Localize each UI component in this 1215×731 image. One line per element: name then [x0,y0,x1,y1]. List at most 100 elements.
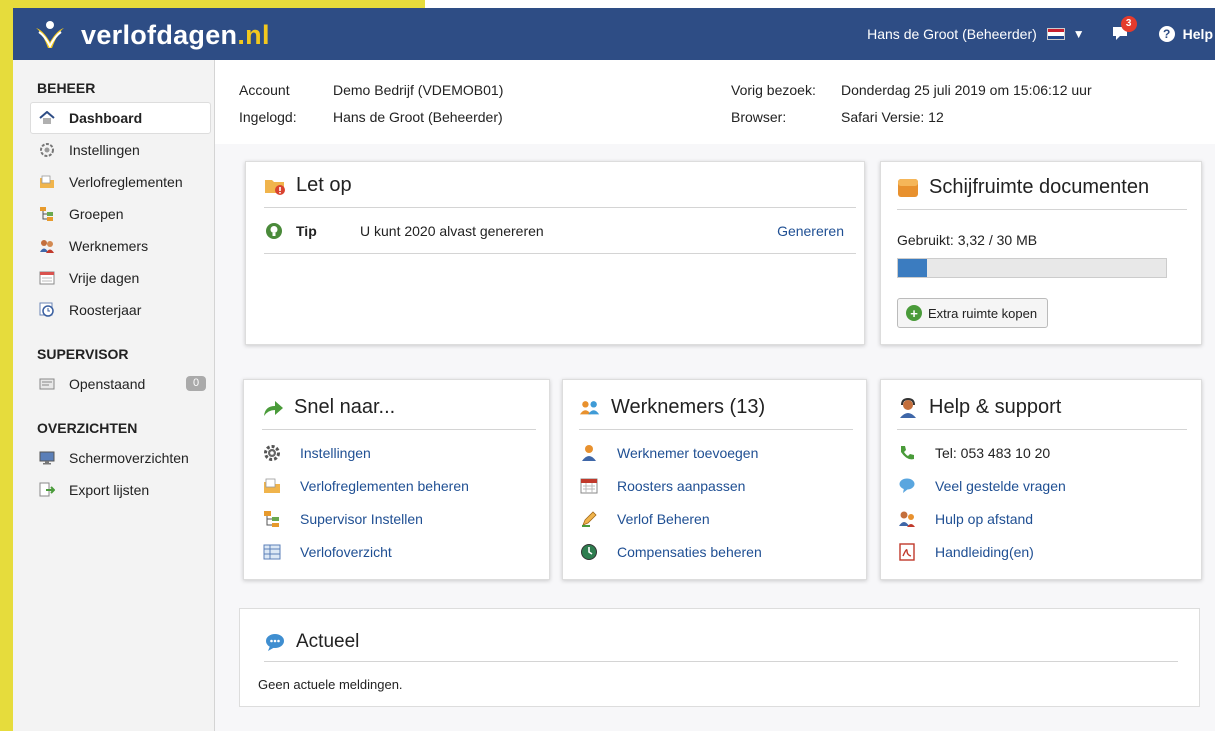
werknemer-link-roosters[interactable]: Roosters aanpassen [579,469,853,502]
browser-value: Safari Versie: 12 [841,109,944,125]
storage-title-text: Schijfruimte documenten [929,176,1150,198]
tip-text: U kunt 2020 alvast genereren [360,222,544,239]
pencil-icon [579,509,599,529]
help-button[interactable]: ? Help [1158,26,1213,42]
current-user[interactable]: Hans de Groot (Beheerder) [867,26,1037,42]
calendar-icon [39,270,55,286]
snel-link-verlofoverzicht[interactable]: Verlofoverzicht [262,535,536,568]
openstaand-count-badge: 0 [186,376,206,391]
buy-storage-label: Extra ruimte kopen [928,305,1038,321]
brand-logo[interactable]: verlofdagen.nl [33,18,270,52]
loggedin-value: Hans de Groot (Beheerder) [333,109,503,125]
link-label: Handleiding(en) [935,543,1034,560]
groups-icon [39,206,55,222]
help-icon: ? [1158,26,1175,42]
people-group-icon [579,397,601,419]
sidebar-item-vrije-dagen[interactable]: Vrije dagen [13,262,214,294]
actueel-message: Geen actuele meldingen. [258,677,403,692]
storage-used-text: Gebruikt: 3,32 / 30 MB [897,232,1038,248]
account-value: Demo Bedrijf (VDEMOB01) [333,82,504,98]
people-icon [39,238,55,254]
brand-name: verlofdagen.nl [81,19,270,50]
tip-row: Tip U kunt 2020 alvast genereren Generer… [264,208,856,254]
werknemers-card: Werknemers (13) Werknemer toevoegen Roos… [562,379,867,580]
export-icon [39,482,55,498]
dutch-flag-icon[interactable] [1046,28,1065,40]
language-dropdown-icon[interactable]: ▼ [1073,27,1085,41]
account-label: Account [239,82,290,98]
monitor-icon [39,450,55,466]
page-background-top [425,0,1215,8]
account-info-panel: Account Demo Bedrijf (VDEMOB01) Ingelogd… [215,60,1215,144]
snel-link-instellingen[interactable]: Instellingen [262,436,536,469]
home-icon [39,110,55,126]
link-label: Verlofoverzicht [300,543,392,560]
sidebar-section-supervisor: SUPERVISOR [37,346,129,362]
pdf-icon [897,542,917,562]
link-label: Compensaties beheren [617,543,762,560]
loggedin-label: Ingelogd: [239,109,297,125]
link-label: Instellingen [300,444,371,461]
browser-label: Browser: [731,109,787,125]
support-agent-icon [897,397,919,419]
let-op-card: Let op Tip U kunt 2020 alvast genereren … [245,161,865,345]
sidebar-item-label: Openstaand [69,376,146,392]
werknemer-link-toevoegen[interactable]: Werknemer toevoegen [579,436,853,469]
sidebar-item-verlofreglementen[interactable]: Verlofreglementen [13,166,214,198]
sidebar-item-schermoverzichten[interactable]: Schermoverzichten [13,442,214,474]
sidebar-item-label: Schermoverzichten [69,450,189,466]
support-link-faq[interactable]: Veel gestelde vragen [897,469,1187,502]
folder-icon [39,174,55,190]
werknemer-link-verlof[interactable]: Verlof Beheren [579,502,853,535]
sidebar-item-openstaand[interactable]: Openstaand 0 [13,368,214,400]
let-op-title: Let op [264,174,856,208]
clock-icon [39,302,55,318]
warning-folder-icon [264,175,286,197]
sidebar-section-overzichten: OVERZICHTEN [37,420,138,436]
sidebar-item-werknemers[interactable]: Werknemers [13,230,214,262]
notifications-icon[interactable]: 3 [1111,16,1137,44]
top-navigation-bar: verlofdagen.nl Hans de Groot (Beheerder)… [13,8,1215,60]
support-link-remote[interactable]: Hulp op afstand [897,502,1187,535]
link-label: Hulp op afstand [935,510,1034,527]
gear-icon [262,443,282,463]
help-support-title: Help & support [897,396,1187,430]
sidebar-item-dashboard[interactable]: Dashboard [30,102,211,134]
sidebar-item-label: Instellingen [69,142,140,158]
sidebar-item-roosterjaar[interactable]: Roosterjaar [13,294,214,326]
werknemers-title-text: Werknemers (13) [611,396,766,418]
snel-link-verlofreglementen[interactable]: Verlofreglementen beheren [262,469,536,502]
actueel-title: Actueel [264,631,1178,662]
werknemers-title: Werknemers (13) [579,396,853,430]
sidebar-item-export-lijsten[interactable]: Export lijsten [13,474,214,506]
snel-naar-title: Snel naar... [262,396,536,430]
actueel-title-text: Actueel [296,631,360,652]
werknemer-link-compensaties[interactable]: Compensaties beheren [579,535,853,568]
chat-bubble-icon [264,631,286,653]
sidebar-item-label: Dashboard [69,110,143,126]
sidebar-item-instellingen[interactable]: Instellingen [13,134,214,166]
storage-title: Schijfruimte documenten [897,176,1187,210]
link-label: Verlof Beheren [617,510,710,527]
link-label: Supervisor Instellen [300,510,423,527]
phone-number: Tel: 053 483 10 20 [935,444,1051,461]
sidebar-item-label: Export lijsten [69,482,150,498]
storage-progress-bar [897,258,1167,278]
support-phone: Tel: 053 483 10 20 [897,436,1187,469]
sidebar-item-groepen[interactable]: Groepen [13,198,214,230]
main-content: Account Demo Bedrijf (VDEMOB01) Ingelogd… [215,60,1215,731]
link-label: Roosters aanpassen [617,477,746,494]
person-add-icon [579,443,599,463]
buy-storage-button[interactable]: + Extra ruimte kopen [897,298,1049,328]
generate-link[interactable]: Genereren [777,223,844,239]
lastvisit-value: Donderdag 25 juli 2019 om 15:06:12 uur [841,82,1092,98]
sidebar-item-label: Groepen [69,206,124,222]
let-op-title-text: Let op [296,174,352,196]
snel-link-supervisor[interactable]: Supervisor Instellen [262,502,536,535]
storage-box-icon [897,177,919,199]
support-link-manual[interactable]: Handleiding(en) [897,535,1187,568]
help-support-title-text: Help & support [929,396,1062,418]
speech-bubble-icon [897,476,917,496]
link-label: Veel gestelde vragen [935,477,1066,494]
remote-help-icon [897,509,917,529]
